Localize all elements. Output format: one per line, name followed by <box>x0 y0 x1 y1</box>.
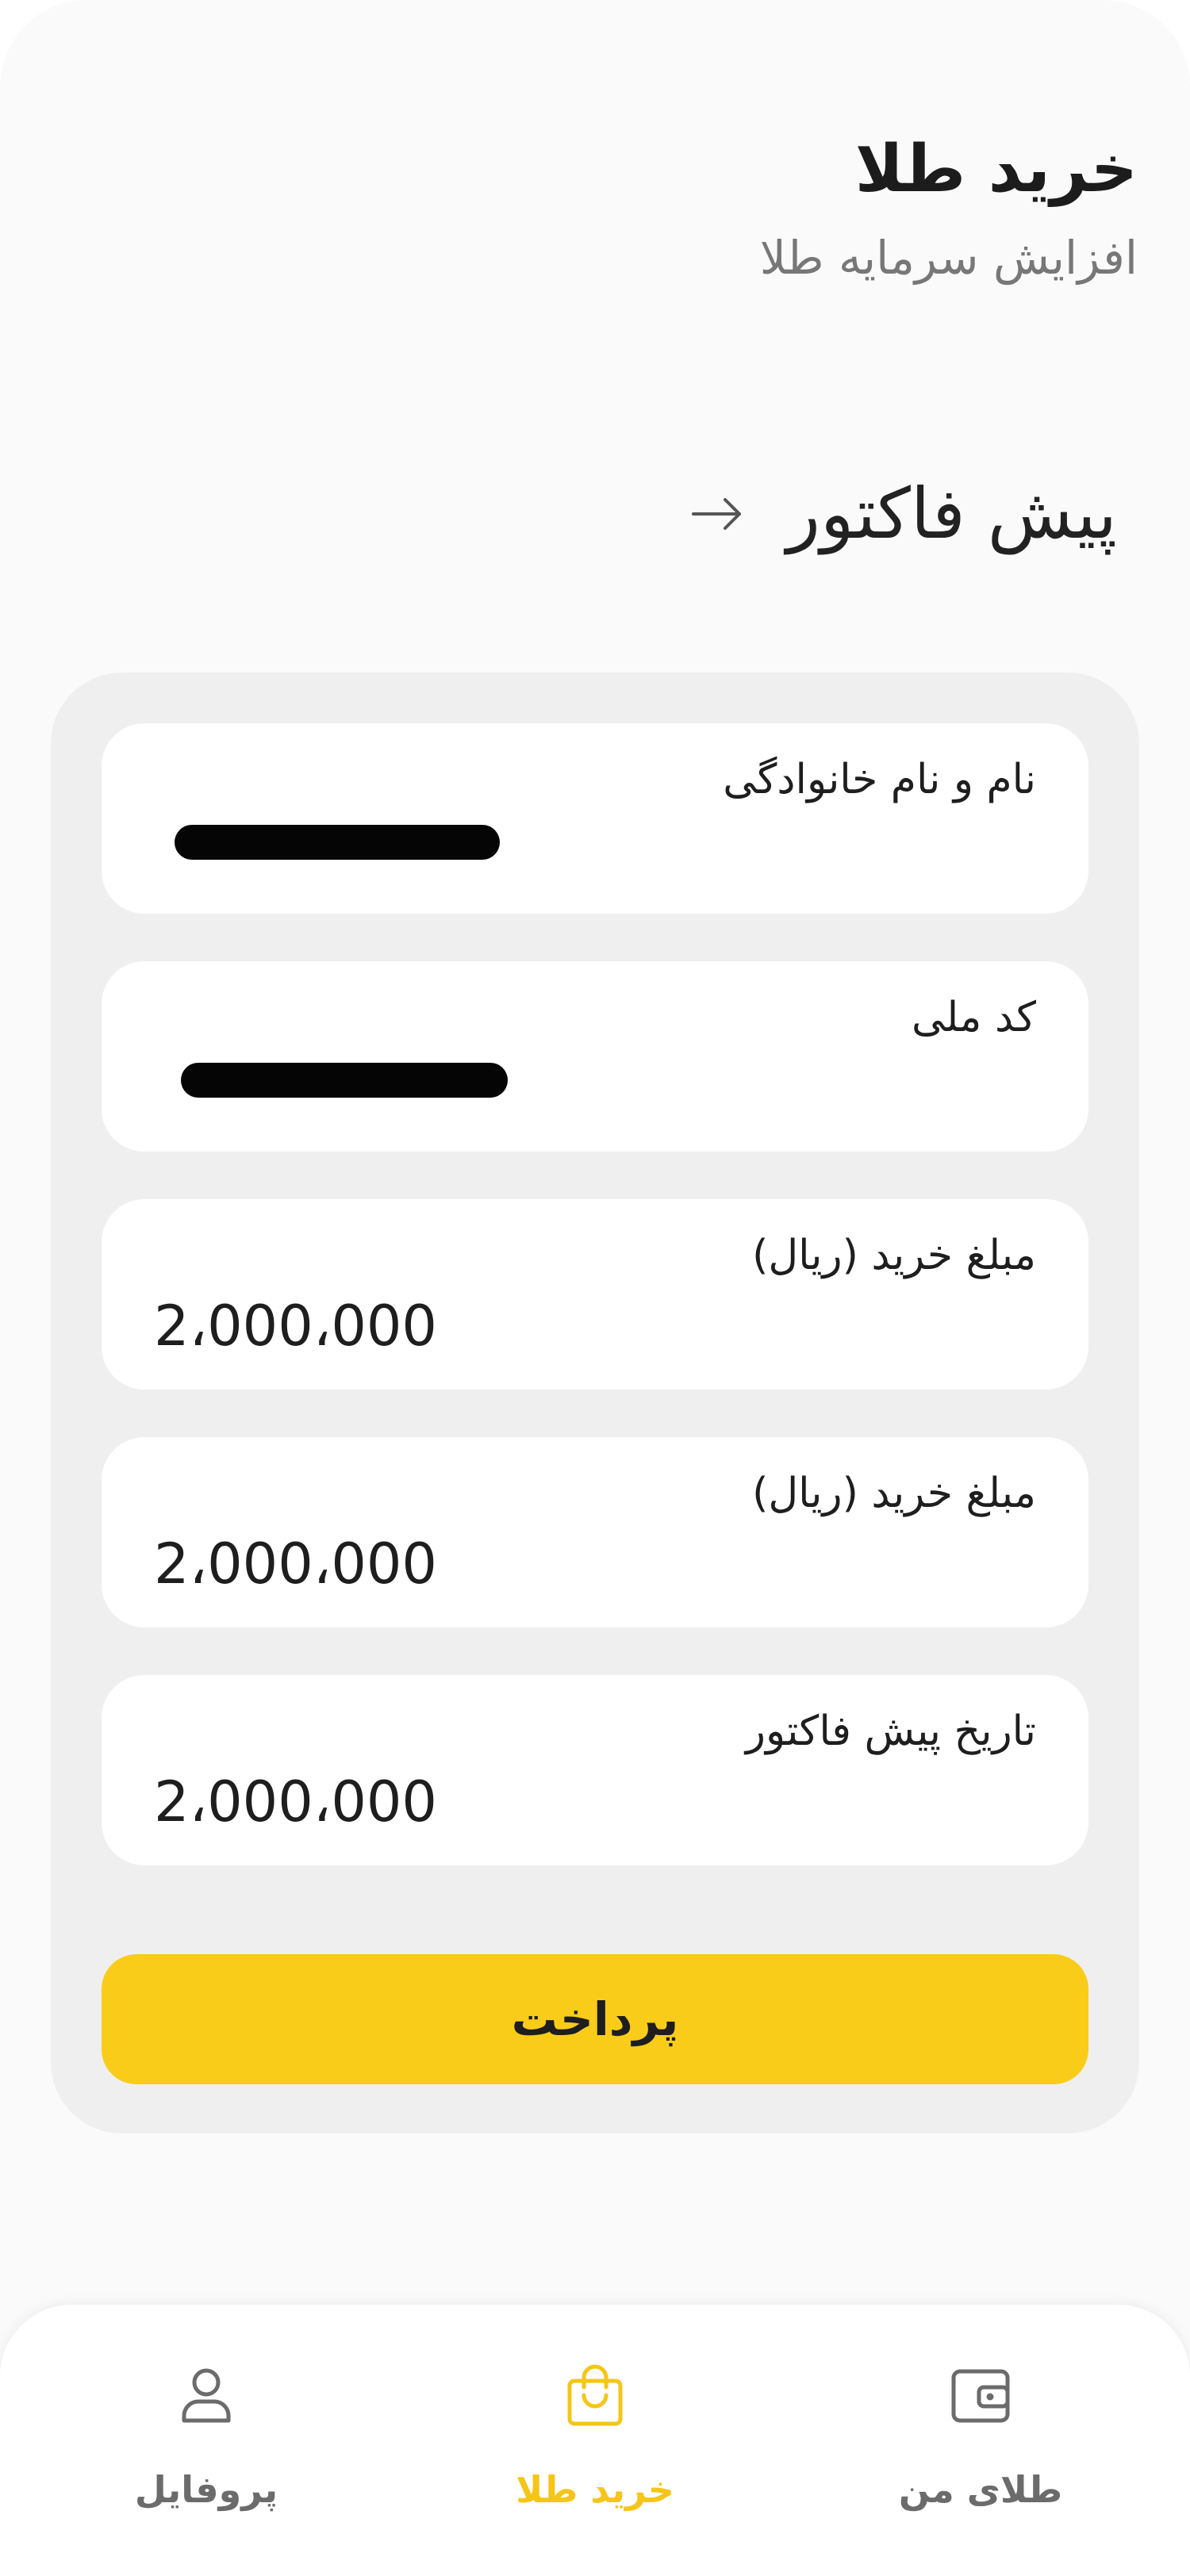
invoice-panel: نام و نام خانوادگی کد ملی مبلغ خرید (ریا… <box>51 673 1139 2133</box>
nav-item-profile[interactable]: پروفایل <box>79 2360 333 2512</box>
page-subtitle: افزایش سرمایه طلا <box>759 231 1138 286</box>
page-title: خرید طلا <box>854 132 1138 207</box>
field-label: تاریخ پیش فاکتور <box>745 1708 1036 1755</box>
arrow-right-icon[interactable] <box>687 484 747 544</box>
nav-label: طلای من <box>898 2468 1063 2511</box>
field-value: 2،000،000 <box>154 1531 437 1597</box>
section-header: پیش فاکتور <box>687 472 1118 556</box>
field-label: مبلغ خرید (ریال) <box>752 1232 1036 1279</box>
field-label: نام و نام خانوادگی <box>723 756 1036 803</box>
user-icon <box>182 2368 231 2423</box>
purchase-amount-field[interactable]: مبلغ خرید (ریال) 2،000،000 <box>102 1199 1088 1390</box>
field-value: 2،000،000 <box>154 1769 437 1834</box>
field-value: 2،000،000 <box>154 1294 437 1359</box>
nav-label: خرید طلا <box>516 2468 674 2511</box>
page-header: خرید طلا افزایش سرمایه طلا <box>760 131 1138 286</box>
redacted-value <box>181 1063 508 1098</box>
nav-item-buy-gold[interactable]: خرید طلا <box>468 2360 722 2512</box>
purchase-amount-field-2[interactable]: مبلغ خرید (ریال) 2،000،000 <box>102 1437 1088 1627</box>
bottom-navigation: طلای من خرید طلا پروفایل <box>0 2305 1190 2576</box>
shopping-bag-icon <box>567 2364 623 2426</box>
field-label: مبلغ خرید (ریال) <box>752 1470 1036 1517</box>
full-name-field[interactable]: نام و نام خانوادگی <box>102 723 1088 914</box>
redacted-value <box>175 825 500 860</box>
field-label: کد ملی <box>912 994 1036 1041</box>
pay-button[interactable]: پرداخت <box>102 1954 1088 2084</box>
national-code-field[interactable]: کد ملی <box>102 961 1088 1152</box>
section-title: پیش فاکتور <box>786 473 1118 554</box>
invoice-date-field[interactable]: تاریخ پیش فاکتور 2،000،000 <box>102 1675 1088 1865</box>
wallet-icon <box>951 2369 1010 2423</box>
nav-label: پروفایل <box>134 2468 278 2511</box>
screen: خرید طلا افزایش سرمایه طلا پیش فاکتور نا… <box>0 0 1190 2576</box>
nav-item-my-gold[interactable]: طلای من <box>854 2360 1107 2512</box>
